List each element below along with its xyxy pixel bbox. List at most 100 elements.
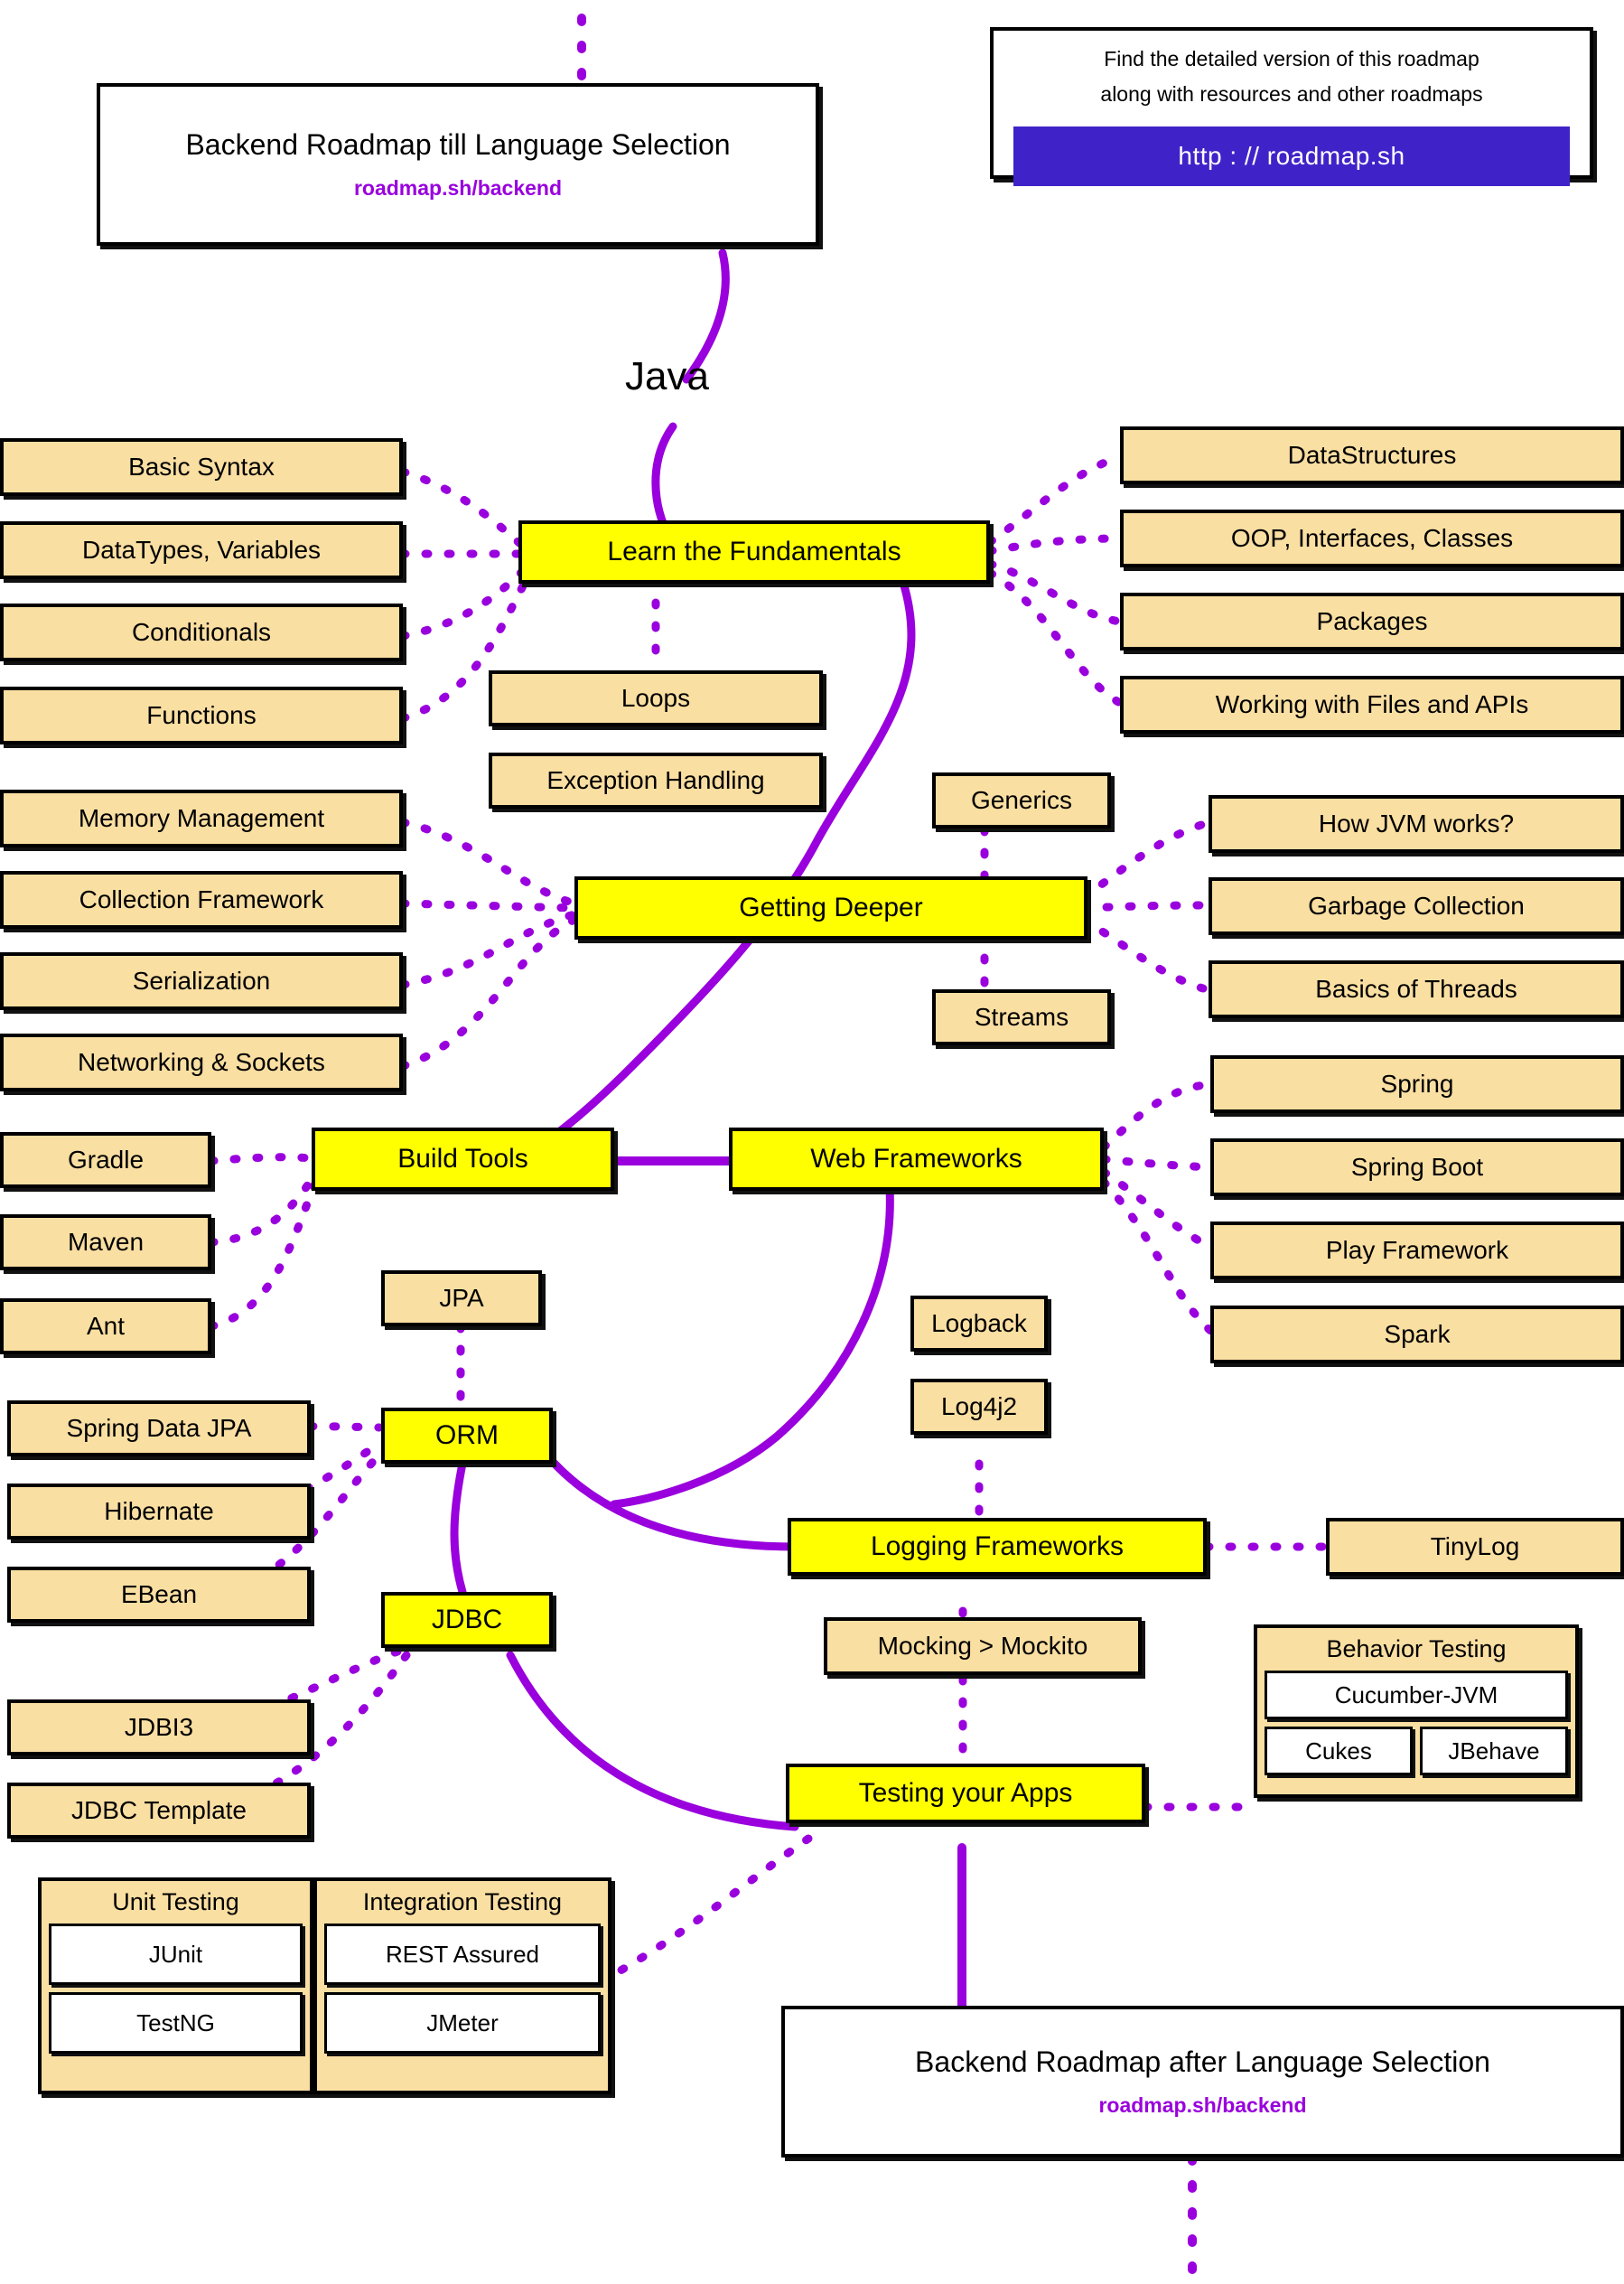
subtopic-label: DataStructures [1287,441,1457,470]
subtopic-gradle[interactable]: Gradle [0,1132,211,1188]
subtopic-loops[interactable]: Loops [489,670,823,726]
subtopic-datatypes-variables[interactable]: DataTypes, Variables [0,521,403,579]
subtopic-spark[interactable]: Spark [1210,1306,1624,1363]
subtopic-memory-management[interactable]: Memory Management [0,790,403,847]
chip-rest-assured[interactable]: REST Assured [324,1924,601,1985]
subtopic-conditionals[interactable]: Conditionals [0,604,403,661]
topic-logging-frameworks[interactable]: Logging Frameworks [788,1518,1207,1576]
subtopic-mocking-mockito[interactable]: Mocking > Mockito [824,1617,1142,1675]
subtopic-label: Garbage Collection [1308,892,1525,921]
topic-orm[interactable]: ORM [381,1408,553,1464]
title-card-link[interactable]: roadmap.sh/backend [354,176,562,201]
topic-label: Testing your Apps [858,1778,1073,1809]
subtopic-working-with-files-and-apis[interactable]: Working with Files and APIs [1120,676,1624,734]
subtopic-basics-of-threads[interactable]: Basics of Threads [1209,960,1624,1018]
topic-build-tools[interactable]: Build Tools [312,1128,614,1191]
footer-title: Backend Roadmap after Language Selection [915,2045,1490,2078]
chip-jmeter[interactable]: JMeter [324,1992,601,2054]
subtopic-basic-syntax[interactable]: Basic Syntax [0,438,403,496]
subtopic-ebean[interactable]: EBean [7,1567,311,1623]
topic-label: JDBC [431,1605,503,1635]
group-title: Unit Testing [112,1888,239,1915]
subtopic-collection-framework[interactable]: Collection Framework [0,871,403,929]
subtopic-label: Spring Data JPA [66,1414,252,1443]
group-title: Integration Testing [362,1888,563,1915]
subtopic-label: Generics [970,786,1073,815]
info-card: Find the detailed version of this roadma… [990,27,1593,186]
topic-label: ORM [435,1420,499,1451]
chip-label: JBehave [1448,1736,1540,1764]
topic-learn-the-fundamentals[interactable]: Learn the Fundamentals [518,520,990,584]
group-items: REST Assured JMeter [317,1924,608,2061]
subtopic-label: JDBC Template [70,1796,247,1825]
root-label-java: Java [625,354,709,398]
subtopic-serialization[interactable]: Serialization [0,952,403,1010]
subtopic-jpa[interactable]: JPA [381,1270,542,1326]
subtopic-datastructures[interactable]: DataStructures [1120,426,1624,484]
subtopic-label: Mocking > Mockito [877,1632,1088,1661]
subtopic-hibernate[interactable]: Hibernate [7,1484,311,1540]
subtopic-ant[interactable]: Ant [0,1298,211,1354]
subtopic-label: Working with Files and APIs [1215,690,1529,719]
group-title: Behavior Testing [1326,1635,1507,1662]
chip-testng[interactable]: TestNG [49,1992,303,2054]
subtopic-label: Streams [974,1003,1069,1032]
subtopic-log4j2[interactable]: Log4j2 [910,1379,1048,1435]
chip-label: REST Assured [385,1940,540,1968]
subtopic-garbage-collection[interactable]: Garbage Collection [1209,877,1624,935]
subtopic-oop-interfaces-classes[interactable]: OOP, Interfaces, Classes [1120,510,1624,567]
topic-label: Logging Frameworks [870,1531,1125,1562]
subtopic-label: Hibernate [104,1497,214,1526]
subtopic-label: Spring [1380,1070,1454,1099]
subtopic-networking-sockets[interactable]: Networking & Sockets [0,1034,403,1091]
chip-label: Cukes [1305,1736,1372,1764]
subtopic-spring-boot[interactable]: Spring Boot [1210,1138,1624,1196]
topic-jdbc[interactable]: JDBC [381,1592,553,1648]
subtopic-label: OOP, Interfaces, Classes [1230,524,1514,553]
group-integration-testing: Integration Testing REST Assured JMeter [313,1877,611,2094]
subtopic-label: Basics of Threads [1315,975,1517,1004]
info-line-2: along with resources and other roadmaps [1100,82,1483,106]
topic-label: Learn the Fundamentals [607,537,901,567]
subtopic-label: EBean [120,1580,198,1609]
subtopic-label: Logback [931,1309,1027,1338]
chip-label: JMeter [426,2008,499,2036]
footer-link[interactable]: roadmap.sh/backend [1098,2093,1306,2118]
subtopic-play-framework[interactable]: Play Framework [1210,1222,1624,1279]
roadmap-url-button[interactable]: http : // roadmap.sh [1013,126,1570,186]
subtopic-label: Basic Syntax [128,453,275,482]
subtopic-label: Packages [1316,607,1428,636]
chip-cucumber-jvm[interactable]: Cucumber-JVM [1265,1671,1568,1719]
subtopic-packages[interactable]: Packages [1120,593,1624,651]
subtopic-label: Gradle [67,1146,145,1175]
chip-jbehave[interactable]: JBehave [1420,1727,1568,1775]
subtopic-label: How JVM works? [1318,810,1515,838]
chip-cukes[interactable]: Cukes [1265,1727,1413,1775]
title-card-title: Backend Roadmap till Language Selection [185,128,731,161]
subtopic-label: Exception Handling [546,766,765,795]
subtopic-tinylog[interactable]: TinyLog [1326,1518,1624,1576]
chip-junit[interactable]: JUnit [49,1924,303,1985]
subtopic-label: Spark [1384,1320,1451,1349]
subtopic-spring[interactable]: Spring [1210,1055,1624,1113]
subtopic-label: Play Framework [1325,1236,1509,1265]
group-items: Cucumber-JVM Cukes JBehave [1257,1671,1575,1783]
subtopic-label: Log4j2 [940,1392,1018,1421]
subtopic-maven[interactable]: Maven [0,1214,211,1270]
subtopic-streams[interactable]: Streams [932,989,1111,1045]
subtopic-logback[interactable]: Logback [910,1296,1048,1352]
subtopic-generics[interactable]: Generics [932,772,1111,828]
subtopic-how-jvm-works[interactable]: How JVM works? [1209,795,1624,853]
subtopic-label: Memory Management [78,804,325,833]
subtopic-label: JPA [439,1284,484,1313]
subtopic-jdbc-template[interactable]: JDBC Template [7,1783,311,1839]
subtopic-jdbi3[interactable]: JDBI3 [7,1699,311,1755]
topic-web-frameworks[interactable]: Web Frameworks [729,1128,1104,1191]
subtopic-spring-data-jpa[interactable]: Spring Data JPA [7,1400,311,1456]
subtopic-exception-handling[interactable]: Exception Handling [489,753,823,809]
topic-testing-your-apps[interactable]: Testing your Apps [786,1764,1145,1823]
topic-getting-deeper[interactable]: Getting Deeper [574,876,1087,940]
subtopic-functions[interactable]: Functions [0,687,403,744]
subtopic-label: TinyLog [1430,1532,1520,1561]
subtopic-label: Maven [67,1228,145,1257]
